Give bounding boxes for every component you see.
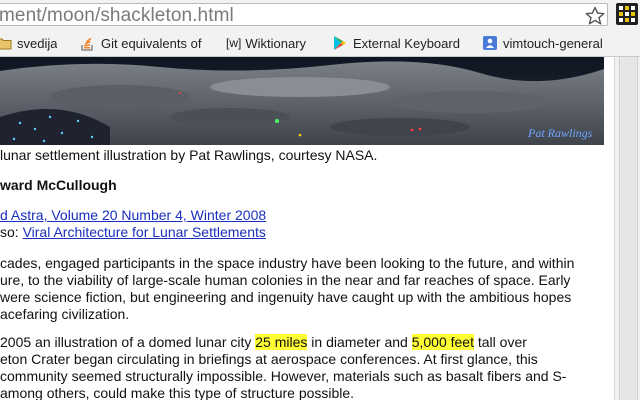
wiktionary-icon: [w] <box>226 36 242 50</box>
bookmark-label: Git equivalents of <box>101 35 202 51</box>
bookmark-label: svedija <box>17 35 58 51</box>
text-run: 2005 an illustration of a domed lunar ci… <box>0 334 256 350</box>
bookmark-label: vimtouch-general <box>503 35 603 51</box>
bookmark-git-equivalents[interactable]: Git equivalents of <box>80 34 214 52</box>
paragraph-line: community seemed structurally impossible… <box>0 368 567 384</box>
paragraph-line: were science fiction, but engineering an… <box>0 289 572 305</box>
text-run: in diameter and <box>307 334 412 350</box>
highlight-5000-feet: 5,000 feet <box>411 334 474 350</box>
see-also-label: so: <box>0 224 23 240</box>
source-line: d Astra, Volume 20 Number 4, Winter 2008 <box>0 207 266 224</box>
bookmark-svedija[interactable]: svedija <box>0 34 57 52</box>
see-also-link[interactable]: Viral Architecture for Lunar Settlements <box>23 224 266 240</box>
address-text[interactable]: ment/moon/shackleton.html <box>0 5 234 25</box>
paragraph-line: among others, could make this type of st… <box>0 385 355 400</box>
bookmarks-bar: svedija Git equivalents of [w] Wiktionar… <box>0 30 640 57</box>
address-bar[interactable]: ment/moon/shackleton.html <box>0 3 608 26</box>
scrollbar-thumb[interactable] <box>619 57 638 400</box>
folder-icon <box>0 38 12 50</box>
paragraph-line: 2005 an illustration of a domed lunar ci… <box>0 334 527 351</box>
artist-signature: Pat Rawlings <box>527 126 593 140</box>
source-link[interactable]: d Astra, Volume 20 Number 4, Winter 2008 <box>0 207 266 223</box>
bookmark-label: Wiktionary <box>245 35 307 51</box>
bookmark-star-icon[interactable] <box>585 6 605 26</box>
text-run: tall over <box>473 334 527 350</box>
vertical-scrollbar[interactable] <box>614 57 640 400</box>
browser-toolbar: ment/moon/shackleton.html <box>0 0 640 30</box>
see-also-line: so: Viral Architecture for Lunar Settlem… <box>0 224 266 241</box>
bookmark-vimtouch-general[interactable]: vimtouch-general <box>482 34 622 52</box>
image-caption: lunar settlement illustration by Pat Raw… <box>0 147 378 163</box>
extension-icon[interactable] <box>616 3 638 25</box>
stackoverflow-icon <box>81 37 93 51</box>
google-groups-icon <box>483 36 497 50</box>
paragraph-line: acefaring civilization. <box>0 306 130 322</box>
play-store-icon <box>334 36 346 50</box>
bookmark-label: External Keyboard <box>353 35 460 51</box>
highlight-25-miles: 25 miles <box>255 334 308 350</box>
author-name: ward McCullough <box>0 177 117 193</box>
page-viewport: Pat Rawlings lunar settlement illustrati… <box>0 57 614 400</box>
paragraph-line: cades, engaged participants in the space… <box>0 255 575 271</box>
paragraph-line: ure, to the viability of large-scale hum… <box>0 272 571 288</box>
paragraph-line: eton Crater began circulating in briefin… <box>0 351 538 367</box>
bookmark-external-keyboard[interactable]: External Keyboard <box>332 34 468 52</box>
bookmark-wiktionary[interactable]: [w] Wiktionary <box>226 34 306 52</box>
lunar-settlement-illustration: Pat Rawlings <box>0 57 604 145</box>
